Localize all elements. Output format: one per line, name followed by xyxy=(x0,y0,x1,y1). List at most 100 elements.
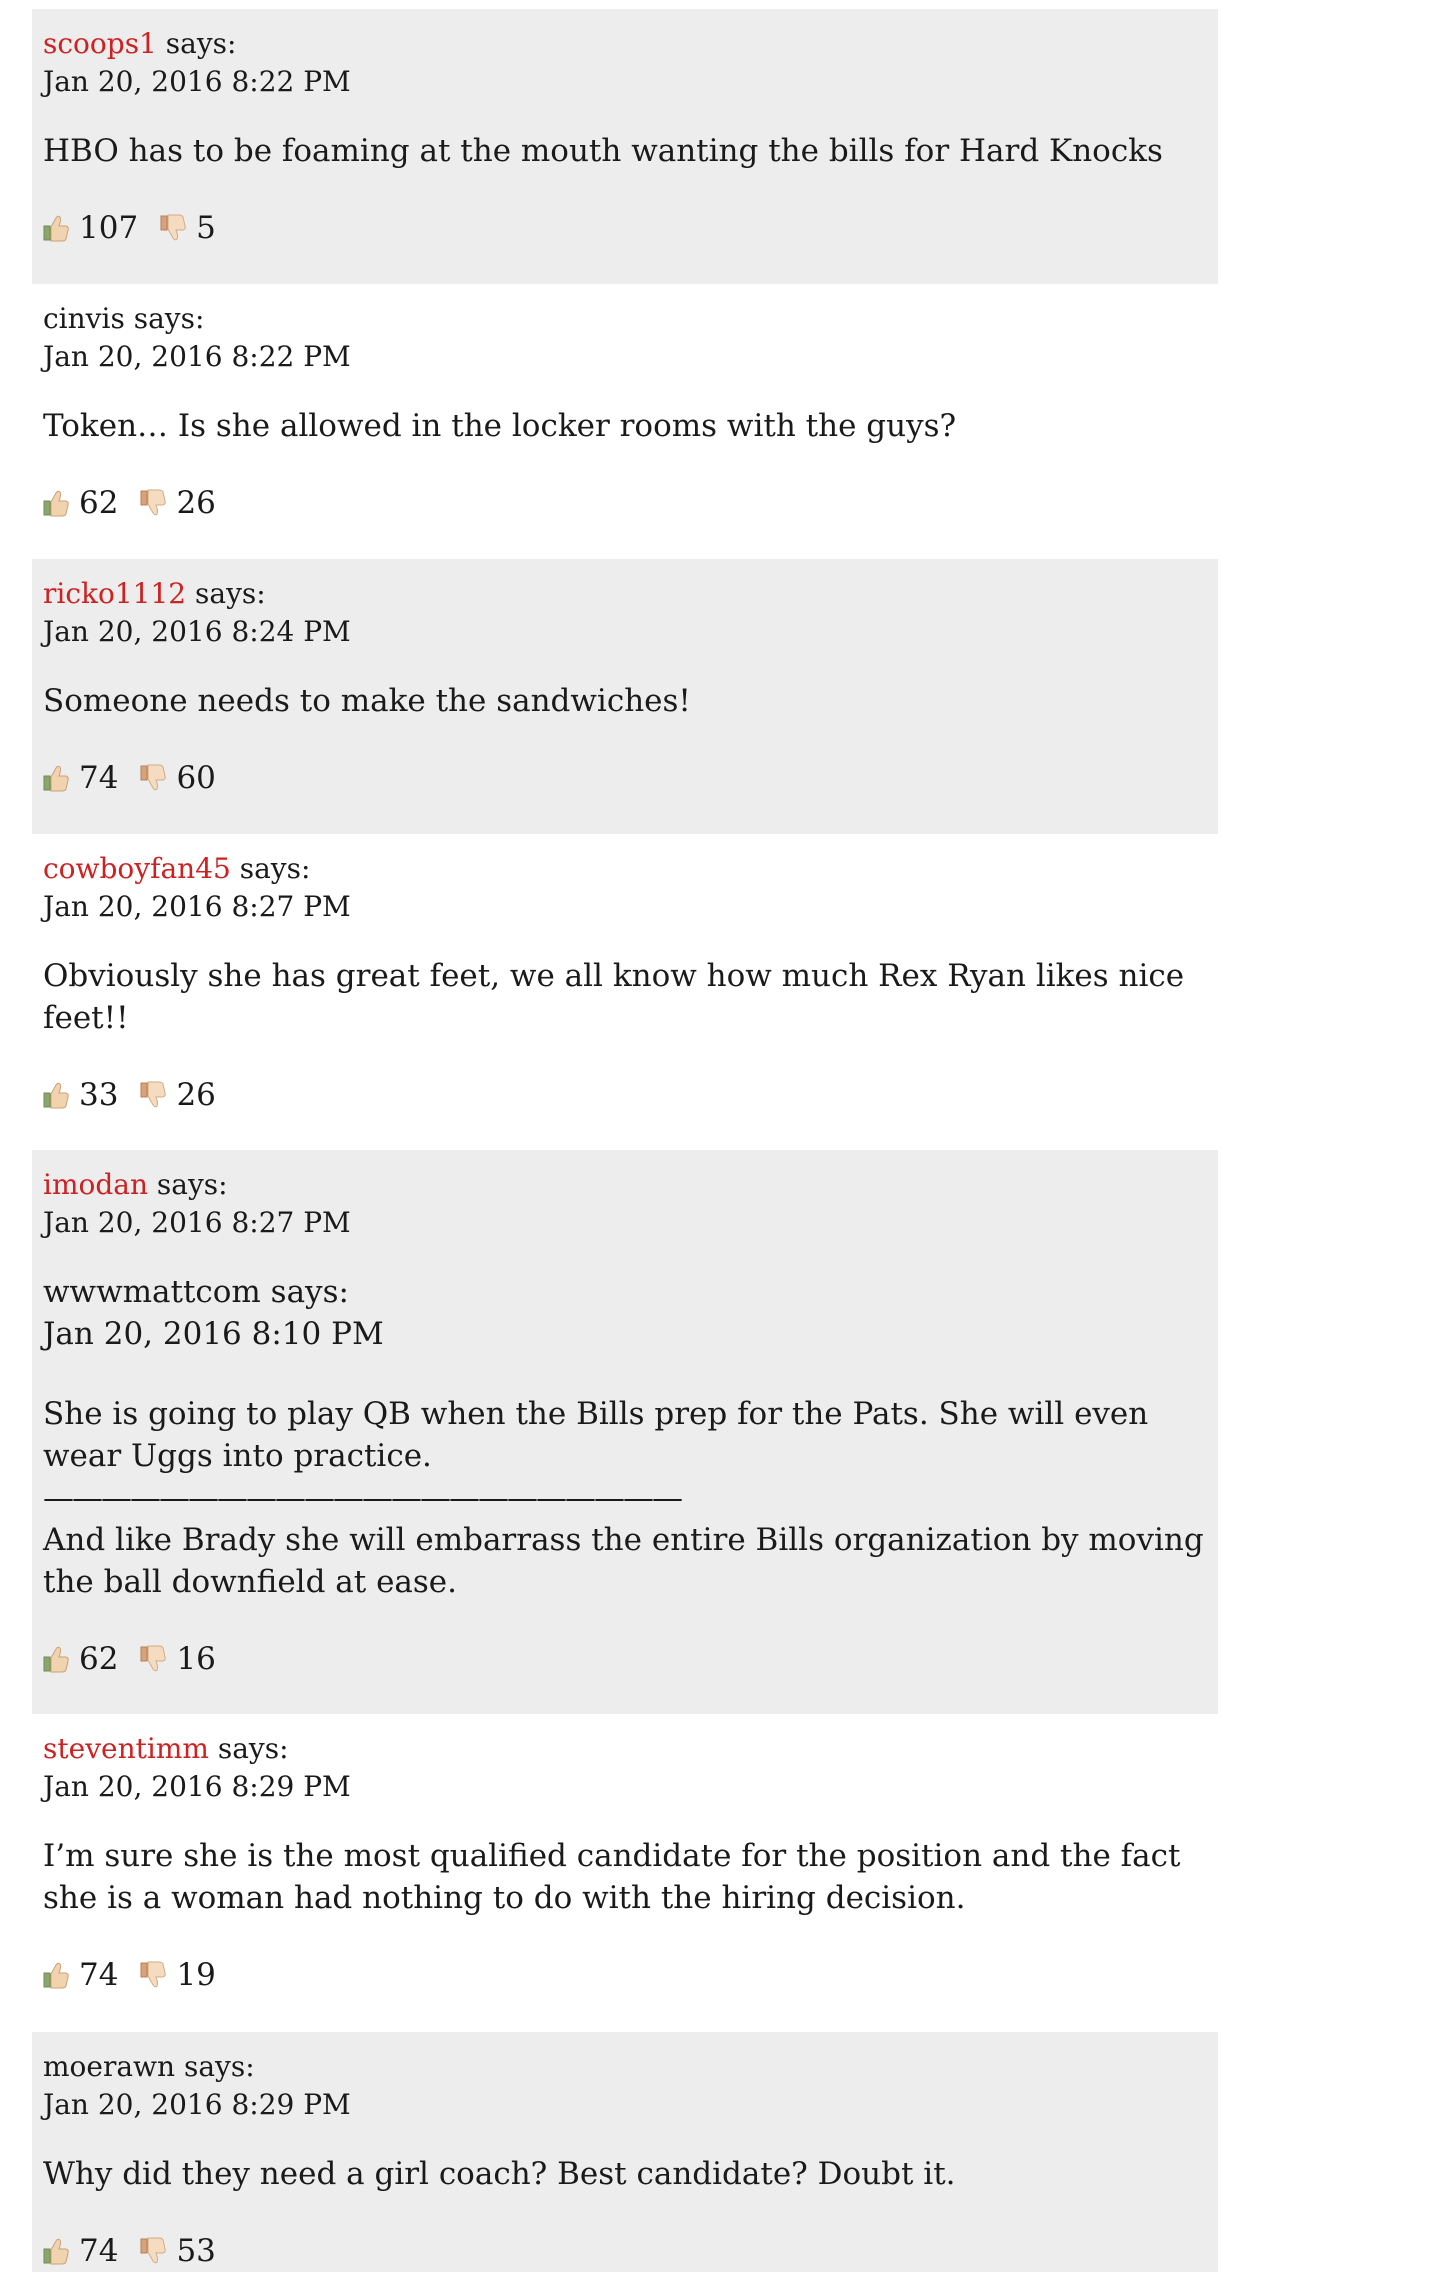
comment: cowboyfan45 says: Jan 20, 2016 8:27 PM O… xyxy=(32,834,1218,1150)
like-count: 74 xyxy=(79,1957,119,1993)
comment-timestamp: Jan 20, 2016 8:27 PM xyxy=(43,890,351,923)
comment-body: Token… Is she allowed in the locker room… xyxy=(43,405,1206,447)
says-label: says: xyxy=(165,27,237,60)
comment-list: scoops1 says: Jan 20, 2016 8:22 PM HBO h… xyxy=(32,9,1218,2272)
like-button[interactable]: 74 xyxy=(43,2233,118,2269)
comment-author-link[interactable]: scoops1 xyxy=(43,27,157,60)
comment-body: I’m sure she is the most qualified candi… xyxy=(43,1835,1206,1919)
thumbs-down-icon xyxy=(140,764,167,792)
vote-bar: 62 26 xyxy=(43,481,1206,525)
dislike-button[interactable]: 60 xyxy=(140,760,216,796)
comment-author: moerawn xyxy=(43,2050,176,2083)
like-button[interactable]: 62 xyxy=(43,485,118,521)
says-label: says: xyxy=(133,302,205,335)
comment-timestamp: Jan 20, 2016 8:27 PM xyxy=(43,1206,351,1239)
vote-bar: 107 5 xyxy=(43,206,1206,250)
dislike-button[interactable]: 16 xyxy=(140,1641,216,1677)
comment-header: cinvis says: xyxy=(43,300,1206,338)
comment-author-link[interactable]: imodan xyxy=(43,1168,148,1201)
says-label: says: xyxy=(217,1732,289,1765)
comment-text: Why did they need a girl coach? Best can… xyxy=(43,2156,956,2192)
comment-header: cowboyfan45 says: xyxy=(43,850,1206,888)
comment-text: Obviously she has great feet, we all kno… xyxy=(43,958,1185,1036)
like-button[interactable]: 74 xyxy=(43,760,118,796)
like-count: 107 xyxy=(79,210,139,246)
says-label: says: xyxy=(183,2050,255,2083)
thumbs-down-icon xyxy=(160,214,186,242)
comment-timestamp: Jan 20, 2016 8:29 PM xyxy=(43,1770,351,1803)
comment-body: Why did they need a girl coach? Best can… xyxy=(43,2153,1206,2195)
thumbs-down-icon xyxy=(140,1081,167,1109)
dislike-count: 26 xyxy=(176,1077,216,1113)
comment: steventimm says: Jan 20, 2016 8:29 PM I’… xyxy=(32,1714,1218,2032)
comment-text: Someone needs to make the sandwiches! xyxy=(43,683,691,719)
vote-bar: 74 19 xyxy=(43,1953,1206,1997)
comment-header: scoops1 says: xyxy=(43,25,1206,63)
says-label: says: xyxy=(239,852,311,885)
comment: ricko1112 says: Jan 20, 2016 8:24 PM Som… xyxy=(32,559,1218,834)
quoted-timestamp: Jan 20, 2016 8:10 PM xyxy=(43,1316,384,1352)
thumbs-down-icon xyxy=(140,1961,167,1989)
like-button[interactable]: 74 xyxy=(43,1957,118,1993)
comment-author-link[interactable]: steventimm xyxy=(43,1732,209,1765)
separator-rule: —————————————————————— xyxy=(43,1480,683,1516)
says-label: says: xyxy=(195,577,266,610)
dislike-count: 19 xyxy=(176,1957,216,1993)
like-count: 62 xyxy=(79,1641,119,1677)
dislike-button[interactable]: 26 xyxy=(140,485,216,521)
dislike-count: 26 xyxy=(176,485,216,521)
comment-header: steventimm says: xyxy=(43,1730,1206,1768)
like-count: 74 xyxy=(79,2233,119,2269)
comment: cinvis says: Jan 20, 2016 8:22 PM Token…… xyxy=(32,284,1218,559)
thumbs-up-icon xyxy=(43,214,69,242)
comment-timestamp: Jan 20, 2016 8:22 PM xyxy=(43,340,351,373)
dislike-count: 5 xyxy=(196,210,216,246)
comment-body: Obviously she has great feet, we all kno… xyxy=(43,955,1206,1039)
thumbs-up-icon xyxy=(43,1645,69,1673)
like-count: 33 xyxy=(79,1077,119,1113)
vote-bar: 74 53 xyxy=(43,2229,1206,2272)
comment-header: imodan says: xyxy=(43,1166,1206,1204)
vote-bar: 74 60 xyxy=(43,756,1206,800)
dislike-count: 16 xyxy=(176,1641,216,1677)
dislike-button[interactable]: 26 xyxy=(140,1077,216,1113)
comment-body: HBO has to be foaming at the mouth wanti… xyxy=(43,130,1206,172)
dislike-count: 60 xyxy=(176,760,216,796)
comment-text: Token… Is she allowed in the locker room… xyxy=(43,408,957,444)
comment: scoops1 says: Jan 20, 2016 8:22 PM HBO h… xyxy=(32,9,1218,284)
comment-body: Someone needs to make the sandwiches! xyxy=(43,680,1206,722)
quoted-author-line: wwwmattcom says: xyxy=(43,1274,349,1310)
like-button[interactable]: 62 xyxy=(43,1641,118,1677)
dislike-button[interactable]: 19 xyxy=(140,1957,216,1993)
comment-author-link[interactable]: ricko1112 xyxy=(43,577,186,610)
quoted-comment: wwwmattcom says: Jan 20, 2016 8:10 PM Sh… xyxy=(43,1271,1206,1477)
comment-author: cinvis xyxy=(43,302,125,335)
vote-bar: 62 16 xyxy=(43,1637,1206,1681)
comment-header: ricko1112 says: xyxy=(43,575,1206,613)
like-count: 74 xyxy=(79,760,119,796)
like-count: 62 xyxy=(79,485,119,521)
thumbs-up-icon xyxy=(43,1961,69,1989)
thumbs-up-icon xyxy=(43,489,69,517)
comment-timestamp: Jan 20, 2016 8:29 PM xyxy=(43,2088,351,2121)
thumbs-down-icon xyxy=(140,2237,167,2265)
thumbs-up-icon xyxy=(43,1081,69,1109)
comment-text: HBO has to be foaming at the mouth wanti… xyxy=(43,133,1163,169)
thumbs-up-icon xyxy=(43,2237,69,2265)
dislike-button[interactable]: 53 xyxy=(140,2233,216,2269)
comment: moerawn says: Jan 20, 2016 8:29 PM Why d… xyxy=(32,2032,1218,2272)
vote-bar: 33 26 xyxy=(43,1073,1206,1117)
dislike-count: 53 xyxy=(176,2233,216,2269)
like-button[interactable]: 107 xyxy=(43,210,138,246)
thumbs-down-icon xyxy=(140,1645,167,1673)
dislike-button[interactable]: 5 xyxy=(160,210,216,246)
comment-text: I’m sure she is the most qualified candi… xyxy=(43,1838,1181,1916)
comment-author-link[interactable]: cowboyfan45 xyxy=(43,852,231,885)
comment-timestamp: Jan 20, 2016 8:24 PM xyxy=(43,615,351,648)
comment-header: moerawn says: xyxy=(43,2048,1206,2086)
like-button[interactable]: 33 xyxy=(43,1077,118,1113)
says-label: says: xyxy=(156,1168,228,1201)
comment-timestamp: Jan 20, 2016 8:22 PM xyxy=(43,65,351,98)
comment-text: And like Brady she will embarrass the en… xyxy=(43,1522,1204,1600)
thumbs-down-icon xyxy=(140,489,167,517)
